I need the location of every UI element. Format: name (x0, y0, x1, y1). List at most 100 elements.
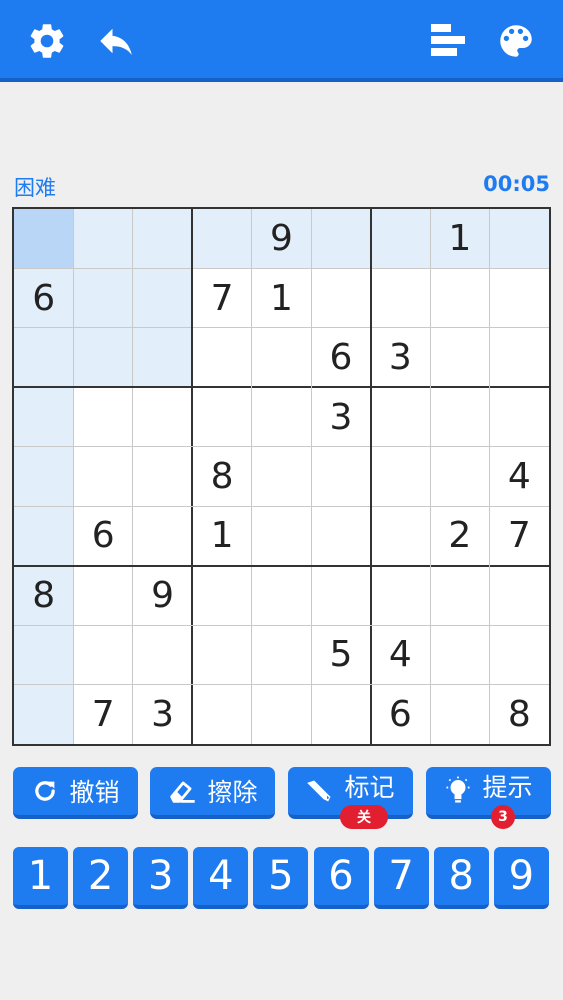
sudoku-cell-r1c4[interactable] (192, 209, 252, 269)
sudoku-cell-r3c2[interactable] (73, 327, 133, 388)
sudoku-cell-r7c1[interactable]: 8 (14, 565, 74, 626)
sudoku-cell-r8c9[interactable] (490, 625, 549, 684)
sudoku-cell-r7c2[interactable] (73, 566, 132, 625)
sudoku-cell-r7c5[interactable] (252, 566, 311, 625)
sudoku-cell-r2c2[interactable] (73, 268, 133, 328)
sudoku-cell-r8c1[interactable] (14, 625, 74, 685)
leaderboard-icon[interactable] (426, 19, 470, 63)
sudoku-cell-r4c9[interactable] (490, 387, 549, 446)
sudoku-cell-r5c4[interactable]: 8 (192, 447, 251, 506)
sudoku-cell-r1c2[interactable] (73, 209, 133, 269)
sudoku-cell-r5c2[interactable] (73, 447, 132, 506)
sudoku-cell-r3c4[interactable] (192, 328, 251, 387)
sudoku-cell-r8c4[interactable] (192, 625, 251, 684)
sudoku-cell-r7c4[interactable] (192, 566, 251, 625)
sudoku-cell-r1c5[interactable]: 9 (251, 209, 312, 269)
sudoku-cell-r3c8[interactable] (430, 328, 489, 387)
sudoku-cell-r4c7[interactable] (371, 387, 430, 446)
sudoku-cell-r1c1[interactable] (14, 209, 74, 269)
sudoku-cell-r6c9[interactable]: 7 (490, 506, 549, 565)
erase-button[interactable]: 擦除 (150, 767, 275, 819)
sudoku-cell-r6c7[interactable] (371, 506, 430, 565)
sudoku-cell-r9c1[interactable] (14, 684, 74, 744)
sudoku-cell-r4c4[interactable] (192, 387, 251, 446)
sudoku-cell-r5c8[interactable] (430, 447, 489, 506)
sudoku-cell-r7c9[interactable] (490, 566, 549, 625)
sudoku-cell-r4c3[interactable] (133, 387, 192, 446)
hint-button[interactable]: 提示 3 (426, 767, 551, 829)
undo-rotate-icon (31, 777, 59, 805)
sudoku-cell-r9c6[interactable] (311, 685, 370, 744)
sudoku-cell-r5c5[interactable] (252, 447, 311, 506)
sudoku-cell-r2c9[interactable] (490, 268, 549, 327)
sudoku-cell-r6c5[interactable] (252, 506, 311, 565)
sudoku-cell-r9c4[interactable] (192, 685, 251, 744)
sudoku-cell-r7c8[interactable] (430, 566, 489, 625)
sudoku-cell-r8c3[interactable] (133, 625, 192, 684)
sudoku-cell-r1c8[interactable]: 1 (430, 209, 490, 269)
notes-button[interactable]: 标记 关 (288, 767, 413, 829)
sudoku-cell-r5c1[interactable] (14, 446, 74, 507)
sudoku-cell-r3c9[interactable] (490, 328, 549, 387)
sudoku-cell-r8c6[interactable]: 5 (311, 625, 370, 684)
sudoku-cell-r5c7[interactable] (371, 447, 430, 506)
sudoku-cell-r8c8[interactable] (430, 625, 489, 684)
sudoku-cell-r2c8[interactable] (430, 268, 489, 327)
number-key-1[interactable]: 1 (13, 847, 68, 909)
sudoku-cell-r2c5[interactable]: 1 (252, 268, 311, 327)
sudoku-cell-r3c6[interactable]: 6 (311, 328, 370, 387)
sudoku-cell-r3c5[interactable] (252, 328, 311, 387)
number-key-2[interactable]: 2 (73, 847, 129, 909)
sudoku-cell-r5c3[interactable] (133, 447, 192, 506)
sudoku-cell-r4c5[interactable] (252, 387, 311, 446)
palette-icon[interactable] (494, 19, 538, 63)
sudoku-cell-r6c4[interactable]: 1 (192, 506, 251, 565)
sudoku-cell-r9c9[interactable]: 8 (490, 685, 549, 744)
sudoku-cell-r6c3[interactable] (133, 506, 192, 565)
sudoku-cell-r9c3[interactable]: 3 (133, 685, 192, 744)
number-key-6[interactable]: 6 (313, 847, 369, 909)
sudoku-cell-r4c8[interactable] (430, 387, 489, 446)
sudoku-cell-r4c1[interactable] (14, 387, 74, 447)
sudoku-cell-r2c6[interactable] (311, 268, 370, 327)
sudoku-cell-r8c5[interactable] (252, 625, 311, 684)
sudoku-cell-r9c8[interactable] (430, 685, 489, 744)
sudoku-cell-r3c3[interactable] (132, 327, 193, 388)
sudoku-cell-r2c4[interactable]: 7 (192, 268, 251, 327)
sudoku-cell-r4c6[interactable]: 3 (311, 387, 370, 446)
undo-arrow-icon[interactable] (94, 19, 138, 63)
sudoku-cell-r7c7[interactable] (371, 566, 430, 625)
sudoku-cell-r2c3[interactable] (132, 268, 193, 328)
sudoku-cell-r7c3[interactable]: 9 (133, 566, 192, 625)
number-key-8[interactable]: 8 (433, 847, 489, 909)
sudoku-cell-r9c7[interactable]: 6 (371, 685, 430, 744)
sudoku-cell-r6c8[interactable]: 2 (430, 506, 489, 565)
number-key-7[interactable]: 7 (373, 847, 429, 909)
sudoku-cell-r5c9[interactable]: 4 (490, 447, 549, 506)
sudoku-cell-r6c6[interactable] (311, 506, 370, 565)
number-key-4[interactable]: 4 (193, 847, 249, 909)
number-key-5[interactable]: 5 (253, 847, 309, 909)
sudoku-cell-r2c7[interactable] (371, 268, 430, 327)
sudoku-cell-r3c7[interactable]: 3 (371, 328, 430, 387)
sudoku-cell-r3c1[interactable] (14, 327, 74, 388)
number-key-9[interactable]: 9 (493, 847, 549, 909)
sudoku-cell-r9c5[interactable] (252, 685, 311, 744)
number-key-3[interactable]: 3 (133, 847, 189, 909)
sudoku-cell-r4c2[interactable] (73, 387, 132, 446)
sudoku-cell-r1c9[interactable] (489, 209, 549, 269)
sudoku-cell-r7c6[interactable] (311, 566, 370, 625)
sudoku-cell-r9c2[interactable]: 7 (73, 685, 132, 744)
sudoku-cell-r5c6[interactable] (311, 447, 370, 506)
grid-line (14, 624, 549, 626)
sudoku-cell-r8c2[interactable] (73, 625, 132, 684)
sudoku-cell-r1c3[interactable] (132, 209, 193, 269)
sudoku-cell-r8c7[interactable]: 4 (371, 625, 430, 684)
sudoku-cell-r6c2[interactable]: 6 (73, 506, 132, 565)
sudoku-cell-r6c1[interactable] (14, 506, 74, 566)
undo-button[interactable]: 撤销 (13, 767, 138, 819)
sudoku-cell-r2c1[interactable]: 6 (14, 268, 74, 328)
sudoku-cell-r1c6[interactable] (311, 209, 371, 269)
sudoku-cell-r1c7[interactable] (370, 209, 431, 269)
gear-icon[interactable] (25, 19, 69, 63)
